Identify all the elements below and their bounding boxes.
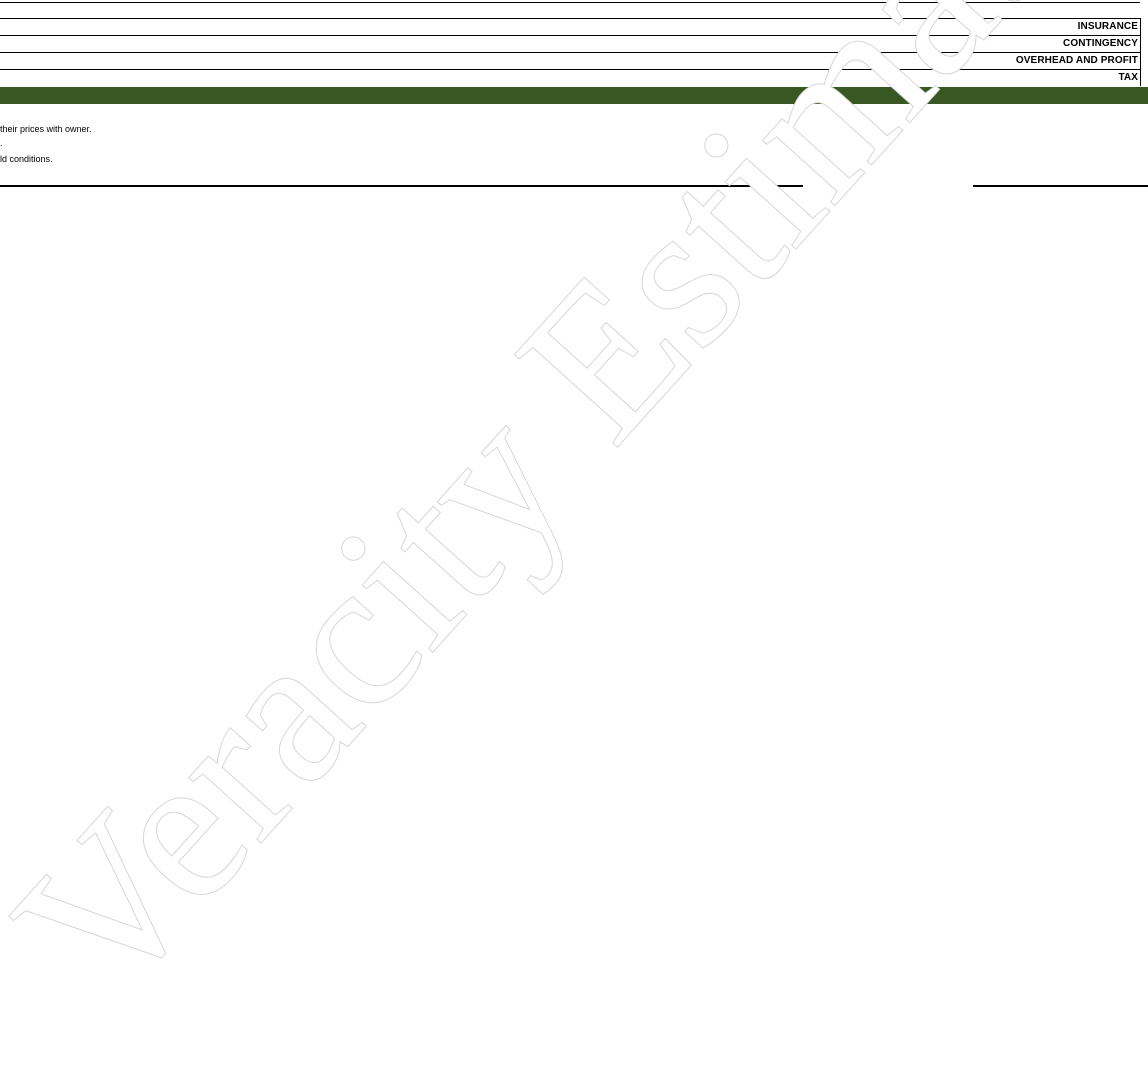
overhead-and-profit-label: OVERHEAD AND PROFIT xyxy=(1015,55,1138,66)
date-line xyxy=(973,185,1148,187)
top-border-line xyxy=(0,2,1140,3)
note-line: their prices with owner. xyxy=(0,124,92,134)
row-divider xyxy=(0,52,1140,53)
insurance-label: INSURANCE xyxy=(1077,21,1138,32)
contingency-label: CONTINGENCY xyxy=(1063,38,1138,49)
watermark-text: Veracity Estimating xyxy=(0,0,1148,1041)
tax-label: TAX xyxy=(1118,72,1138,83)
row-divider xyxy=(0,69,1140,70)
row-divider xyxy=(0,35,1140,36)
note-line: . xyxy=(0,138,3,148)
signature-line xyxy=(0,185,803,187)
row-divider xyxy=(0,18,1140,19)
note-line: ld conditions. xyxy=(0,154,53,164)
section-header-bar xyxy=(0,87,1148,104)
watermark: Veracity Estimating xyxy=(0,0,1148,1042)
table-right-border xyxy=(1140,18,1141,86)
